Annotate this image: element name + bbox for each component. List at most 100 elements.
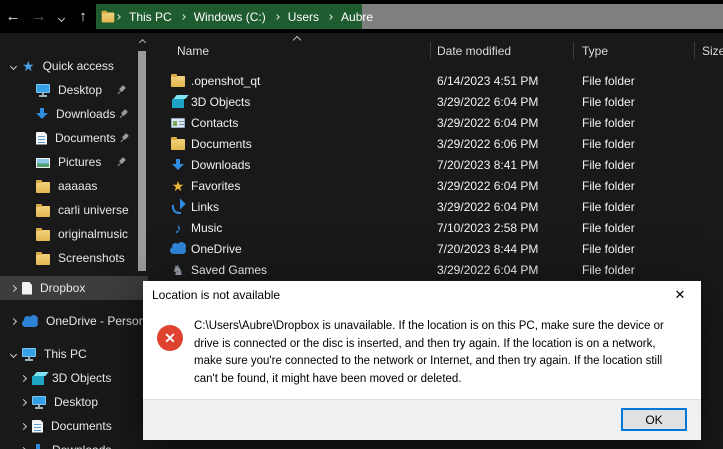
file-row-openshot-qt[interactable]: .openshot_qt 6/14/2023 4:51 PM File fold…	[148, 70, 723, 91]
sidebar-item-onedrive[interactable]: OneDrive - Personal	[0, 309, 148, 333]
sidebar-item-desktop[interactable]: Desktop	[0, 78, 148, 102]
dialog-message: C:\Users\Aubre\Dropbox is unavailable. I…	[194, 318, 672, 388]
column-header-name[interactable]: Name	[177, 44, 209, 58]
file-explorer-window: ← → ↑ This PC Windows (C:) Users Aubre ★	[0, 0, 723, 449]
sidebar-item-downloads[interactable]: Downloads	[0, 102, 148, 126]
favorites-star-icon: ★	[172, 179, 185, 193]
column-divider[interactable]	[694, 42, 695, 59]
column-header-size[interactable]: Size	[702, 44, 723, 58]
file-name: Contacts	[191, 116, 437, 130]
chevron-collapsed-icon[interactable]	[17, 424, 29, 429]
up-button[interactable]: ↑	[70, 0, 96, 33]
file-type: File folder	[582, 137, 702, 151]
file-row-downloads[interactable]: Downloads 7/20/2023 8:41 PM File folder	[148, 154, 723, 175]
downloads-icon	[36, 108, 48, 120]
file-row-saved-games[interactable]: ♞ Saved Games 3/29/2022 6:04 PM File fol…	[148, 259, 723, 280]
sidebar-item-label: Downloads	[56, 107, 115, 121]
scrollbar-thumb[interactable]	[138, 51, 146, 271]
location-not-available-dialog: Location is not available ✕ ✕ C:\Users\A…	[143, 281, 701, 440]
sidebar-item-originalmusic[interactable]: originalmusic	[0, 222, 148, 246]
documents-icon	[32, 420, 43, 433]
file-type: File folder	[582, 74, 702, 88]
chevron-collapsed-icon[interactable]	[7, 286, 19, 291]
file-date: 7/20/2023 8:41 PM	[437, 158, 582, 172]
sidebar-item-carli-universe[interactable]: carli universe	[0, 198, 148, 222]
file-type: File folder	[582, 95, 702, 109]
file-row-3d-objects[interactable]: 3D Objects 3/29/2022 6:04 PM File folder	[148, 91, 723, 112]
file-name: OneDrive	[191, 242, 437, 256]
file-name: Documents	[191, 137, 437, 151]
dialog-footer: OK	[143, 399, 701, 440]
sidebar-item-label: This PC	[44, 347, 87, 361]
onedrive-cloud-icon	[170, 247, 186, 254]
sidebar-item-label: originalmusic	[58, 227, 128, 241]
file-type: File folder	[582, 179, 702, 193]
breadcrumb: This PC Windows (C:) Users Aubre	[96, 4, 723, 29]
file-name: 3D Objects	[191, 95, 437, 109]
sidebar-item-dropbox[interactable]: Dropbox	[0, 276, 148, 300]
chevron-right-icon	[274, 14, 280, 20]
chevron-expanded-icon[interactable]	[7, 352, 19, 357]
pin-icon	[115, 107, 136, 122]
file-date: 3/29/2022 6:04 PM	[437, 116, 582, 130]
sidebar-item-quick-access[interactable]: ★ Quick access	[0, 54, 148, 78]
back-button[interactable]: ←	[0, 0, 26, 33]
column-headers: Name Date modified Type Size	[148, 33, 723, 62]
folder-icon	[36, 230, 50, 241]
sort-ascending-icon	[293, 36, 301, 44]
column-header-type[interactable]: Type	[582, 44, 608, 58]
file-row-onedrive[interactable]: OneDrive 7/20/2023 8:44 PM File folder	[148, 238, 723, 259]
this-pc-icon	[22, 348, 36, 357]
file-date: 3/29/2022 6:04 PM	[437, 263, 582, 277]
pin-icon	[113, 83, 134, 98]
file-row-favorites[interactable]: ★ Favorites 3/29/2022 6:04 PM File folde…	[148, 175, 723, 196]
sidebar-item-screenshots[interactable]: Screenshots	[0, 246, 148, 270]
sidebar-item-this-pc[interactable]: This PC	[0, 342, 148, 366]
file-row-links[interactable]: Links 3/29/2022 6:04 PM File folder	[148, 196, 723, 217]
3d-objects-cube-icon	[172, 99, 184, 108]
sidebar-item-label: Desktop	[54, 395, 98, 409]
chevron-collapsed-icon[interactable]	[17, 400, 29, 405]
chevron-collapsed-icon[interactable]	[7, 319, 19, 324]
file-date: 3/29/2022 6:06 PM	[437, 137, 582, 151]
file-date: 6/14/2023 4:51 PM	[437, 74, 582, 88]
column-divider[interactable]	[430, 42, 431, 59]
breadcrumb-this-pc[interactable]: This PC	[121, 10, 180, 24]
chevron-expanded-icon[interactable]	[7, 64, 19, 69]
dialog-titlebar[interactable]: Location is not available ✕	[143, 281, 701, 305]
breadcrumb-aubre[interactable]: Aubre	[333, 10, 381, 24]
sidebar-item-documents[interactable]: Documents	[0, 126, 148, 150]
forward-button[interactable]: →	[26, 0, 52, 33]
folder-icon	[171, 76, 185, 87]
desktop-icon	[36, 84, 50, 93]
sidebar-item-pictures[interactable]: Pictures	[0, 150, 148, 174]
sidebar-item-3d-objects[interactable]: 3D Objects	[0, 366, 148, 390]
onedrive-cloud-icon	[22, 320, 38, 327]
contacts-icon	[171, 118, 185, 128]
file-type: File folder	[582, 158, 702, 172]
sidebar-item-label: Pictures	[58, 155, 101, 169]
sidebar-item-downloads-pc[interactable]: Downloads	[0, 438, 148, 449]
scroll-up-icon[interactable]	[137, 33, 147, 49]
recent-locations-button[interactable]	[52, 0, 70, 33]
pictures-icon	[36, 158, 50, 168]
file-row-documents[interactable]: Documents 3/29/2022 6:06 PM File folder	[148, 133, 723, 154]
sidebar-item-desktop-pc[interactable]: Desktop	[0, 390, 148, 414]
column-divider[interactable]	[573, 42, 574, 59]
chevron-collapsed-icon[interactable]	[17, 376, 29, 381]
links-icon	[172, 201, 184, 213]
sidebar-item-documents-pc[interactable]: Documents	[0, 414, 148, 438]
file-row-music[interactable]: ♪ Music 7/10/2023 2:58 PM File folder	[148, 217, 723, 238]
folder-icon	[102, 13, 115, 23]
folder-icon	[36, 206, 50, 217]
music-note-icon: ♪	[175, 221, 182, 235]
folder-icon	[171, 139, 185, 150]
close-icon[interactable]: ✕	[670, 286, 690, 304]
breadcrumb-users[interactable]: Users	[280, 10, 327, 24]
column-header-date-modified[interactable]: Date modified	[437, 44, 511, 58]
address-bar[interactable]: This PC Windows (C:) Users Aubre	[96, 4, 723, 29]
ok-button[interactable]: OK	[621, 408, 687, 431]
file-row-contacts[interactable]: Contacts 3/29/2022 6:04 PM File folder	[148, 112, 723, 133]
sidebar-item-aaaaas[interactable]: aaaaas	[0, 174, 148, 198]
breadcrumb-windows-c[interactable]: Windows (C:)	[186, 10, 274, 24]
